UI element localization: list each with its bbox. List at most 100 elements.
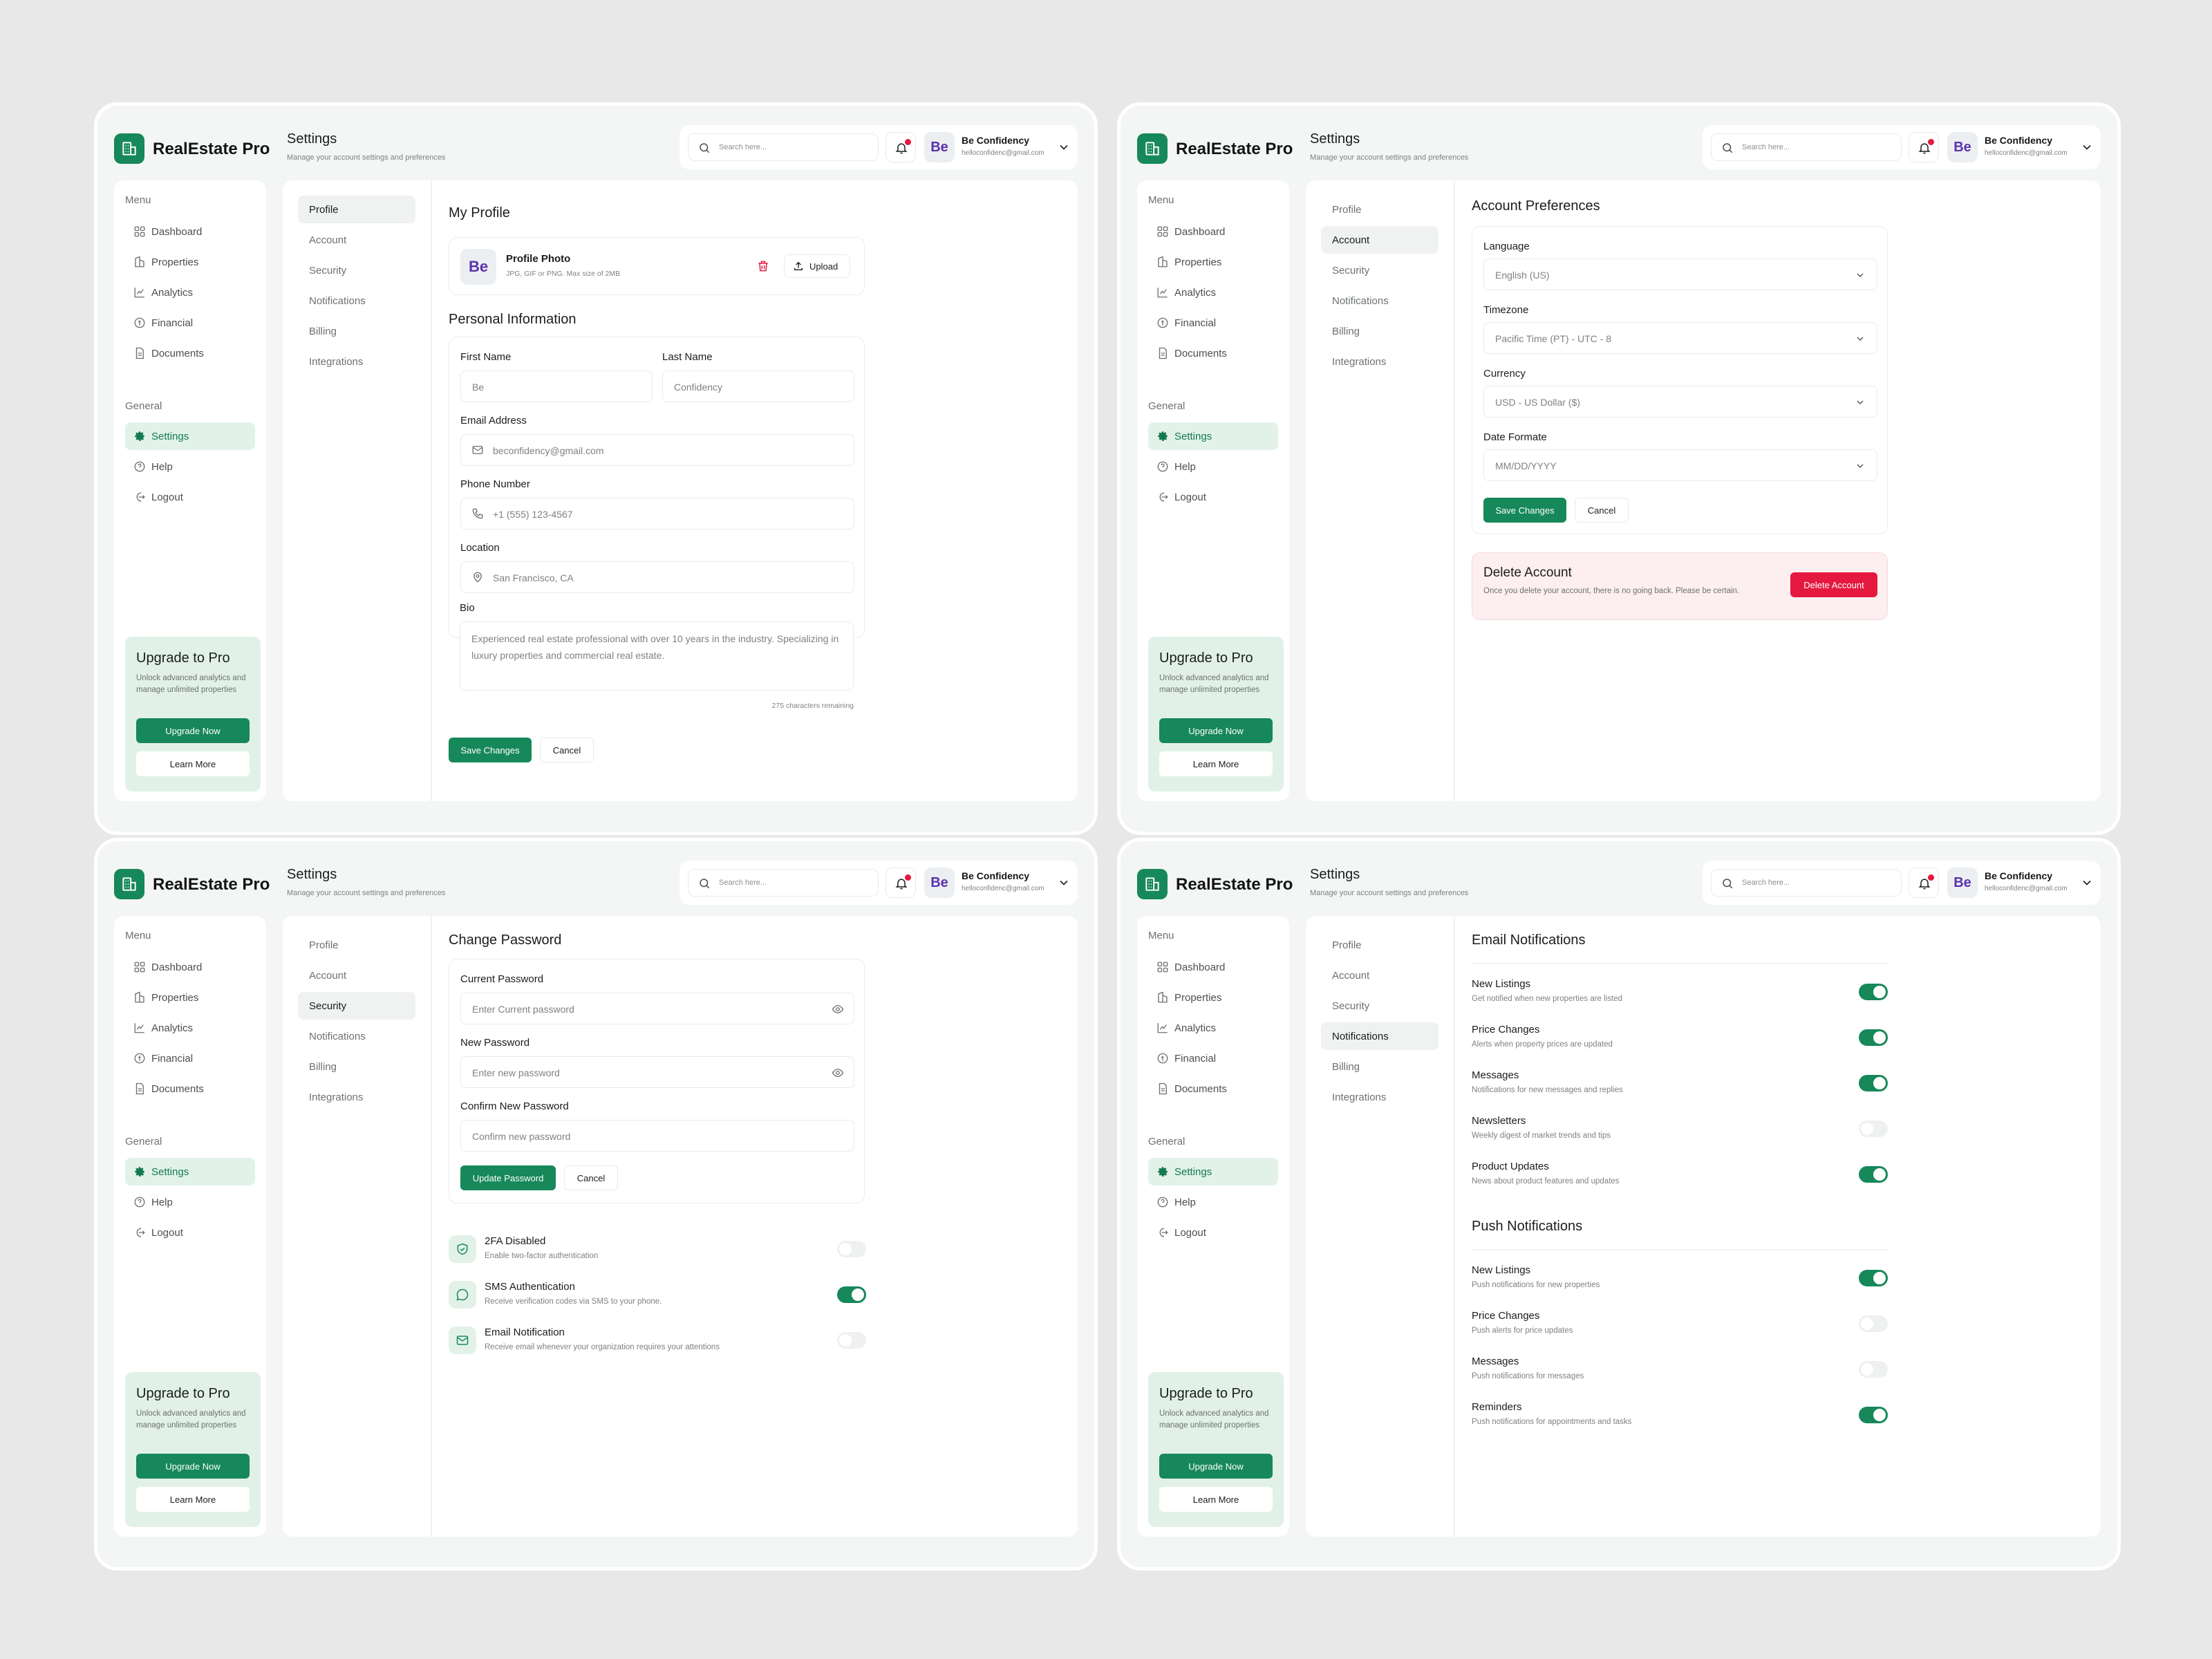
- notification-button[interactable]: [885, 868, 916, 898]
- save-changes-button[interactable]: Save Changes: [449, 738, 532, 762]
- push-reminders-toggle[interactable]: [1859, 1407, 1888, 1423]
- learn-more-button[interactable]: Learn More: [1159, 1487, 1273, 1512]
- sidebar-item-documents[interactable]: Documents: [1148, 339, 1278, 367]
- sidebar-item-analytics[interactable]: Analytics: [1148, 279, 1278, 306]
- tab-account[interactable]: Account: [298, 226, 415, 254]
- tab-security[interactable]: Security: [298, 992, 415, 1020]
- chevron-down-icon[interactable]: [2080, 140, 2094, 154]
- tab-integrations[interactable]: Integrations: [298, 348, 415, 375]
- learn-more-button[interactable]: Learn More: [136, 1487, 250, 1512]
- sidebar-item-logout[interactable]: Logout: [125, 483, 255, 511]
- upgrade-now-button[interactable]: Upgrade Now: [1159, 718, 1273, 743]
- email-newsletters-toggle[interactable]: [1859, 1121, 1888, 1137]
- sidebar-item-settings[interactable]: Settings: [125, 422, 255, 450]
- sidebar-item-financial[interactable]: Financial: [1148, 1044, 1278, 1072]
- chevron-down-icon[interactable]: [1057, 140, 1071, 154]
- sidebar-item-analytics[interactable]: Analytics: [125, 1014, 255, 1042]
- tab-profile[interactable]: Profile: [1321, 931, 1438, 959]
- chevron-down-icon[interactable]: [2080, 876, 2094, 890]
- eye-icon[interactable]: [832, 1003, 844, 1015]
- new-password-field[interactable]: Enter new password: [460, 1056, 854, 1088]
- last-name-field[interactable]: Confidency: [662, 371, 854, 402]
- sidebar-item-settings[interactable]: Settings: [1148, 1158, 1278, 1185]
- confirm-password-field[interactable]: Confirm new password: [460, 1120, 854, 1152]
- sidebar-item-financial[interactable]: Financial: [1148, 309, 1278, 337]
- sidebar-item-analytics[interactable]: Analytics: [125, 279, 255, 306]
- sidebar-item-dashboard[interactable]: Dashboard: [125, 953, 255, 981]
- tab-notifications[interactable]: Notifications: [298, 1022, 415, 1050]
- tab-account[interactable]: Account: [298, 962, 415, 989]
- sidebar-item-financial[interactable]: Financial: [125, 309, 255, 337]
- eye-icon[interactable]: [832, 1067, 844, 1079]
- tab-notifications[interactable]: Notifications: [1321, 1022, 1438, 1050]
- tab-account[interactable]: Account: [1321, 962, 1438, 989]
- push-new-listings-toggle[interactable]: [1859, 1270, 1888, 1286]
- notification-button[interactable]: [1909, 868, 1939, 898]
- email-price-changes-toggle[interactable]: [1859, 1029, 1888, 1046]
- tab-notifications[interactable]: Notifications: [298, 287, 415, 315]
- sidebar-item-settings[interactable]: Settings: [1148, 422, 1278, 450]
- learn-more-button[interactable]: Learn More: [1159, 751, 1273, 776]
- sidebar-item-properties[interactable]: Properties: [1148, 984, 1278, 1011]
- search-input[interactable]: Search here...: [1711, 133, 1902, 161]
- avatar[interactable]: Be: [924, 868, 955, 898]
- upgrade-now-button[interactable]: Upgrade Now: [136, 718, 250, 743]
- learn-more-button[interactable]: Learn More: [136, 751, 250, 776]
- update-password-button[interactable]: Update Password: [460, 1165, 556, 1190]
- email-notification-toggle[interactable]: [837, 1332, 866, 1349]
- avatar[interactable]: Be: [1947, 132, 1978, 162]
- tab-profile[interactable]: Profile: [1321, 196, 1438, 223]
- delete-account-button[interactable]: Delete Account: [1790, 572, 1877, 597]
- phone-field[interactable]: +1 (555) 123-4567: [460, 498, 854, 529]
- email-new-listings-toggle[interactable]: [1859, 984, 1888, 1000]
- upgrade-now-button[interactable]: Upgrade Now: [1159, 1454, 1273, 1479]
- tab-billing[interactable]: Billing: [1321, 317, 1438, 345]
- timezone-select[interactable]: Pacific Time (PT) - UTC - 8: [1483, 322, 1877, 354]
- tab-security[interactable]: Security: [1321, 256, 1438, 284]
- tab-billing[interactable]: Billing: [298, 317, 415, 345]
- sidebar-item-analytics[interactable]: Analytics: [1148, 1014, 1278, 1042]
- first-name-field[interactable]: Be: [460, 371, 653, 402]
- sidebar-item-dashboard[interactable]: Dashboard: [1148, 218, 1278, 245]
- language-select[interactable]: English (US): [1483, 259, 1877, 290]
- currency-select[interactable]: USD - US Dollar ($): [1483, 386, 1877, 418]
- push-messages-toggle[interactable]: [1859, 1361, 1888, 1378]
- cancel-button[interactable]: Cancel: [564, 1165, 618, 1190]
- tab-billing[interactable]: Billing: [298, 1053, 415, 1080]
- tab-integrations[interactable]: Integrations: [1321, 1083, 1438, 1111]
- sidebar-item-properties[interactable]: Properties: [125, 984, 255, 1011]
- date-format-select[interactable]: MM/DD/YYYY: [1483, 449, 1877, 481]
- sidebar-item-help[interactable]: Help: [125, 453, 255, 480]
- sidebar-item-properties[interactable]: Properties: [125, 248, 255, 276]
- sidebar-item-settings[interactable]: Settings: [125, 1158, 255, 1185]
- push-price-changes-toggle[interactable]: [1859, 1315, 1888, 1332]
- sidebar-item-logout[interactable]: Logout: [1148, 1219, 1278, 1246]
- sidebar-item-documents[interactable]: Documents: [125, 1075, 255, 1103]
- tab-notifications[interactable]: Notifications: [1321, 287, 1438, 315]
- sidebar-item-help[interactable]: Help: [1148, 1188, 1278, 1216]
- tab-account[interactable]: Account: [1321, 226, 1438, 254]
- sidebar-item-properties[interactable]: Properties: [1148, 248, 1278, 276]
- sms-toggle[interactable]: [837, 1286, 866, 1303]
- sidebar-item-help[interactable]: Help: [125, 1188, 255, 1216]
- search-input[interactable]: Search here...: [688, 869, 879, 897]
- cancel-button[interactable]: Cancel: [540, 738, 594, 762]
- current-password-field[interactable]: Enter Current password: [460, 993, 854, 1024]
- location-field[interactable]: San Francisco, CA: [460, 561, 854, 593]
- save-changes-button[interactable]: Save Changes: [1483, 498, 1566, 523]
- search-input[interactable]: Search here...: [688, 133, 879, 161]
- upload-button[interactable]: Upload: [784, 254, 850, 278]
- sidebar-item-documents[interactable]: Documents: [1148, 1075, 1278, 1103]
- tab-billing[interactable]: Billing: [1321, 1053, 1438, 1080]
- tab-profile[interactable]: Profile: [298, 931, 415, 959]
- avatar[interactable]: Be: [1947, 868, 1978, 898]
- email-messages-toggle[interactable]: [1859, 1075, 1888, 1091]
- search-input[interactable]: Search here...: [1711, 869, 1902, 897]
- email-field[interactable]: beconfidency@gmail.com: [460, 434, 854, 466]
- tab-profile[interactable]: Profile: [298, 196, 415, 223]
- upgrade-now-button[interactable]: Upgrade Now: [136, 1454, 250, 1479]
- cancel-button[interactable]: Cancel: [1575, 498, 1629, 523]
- sidebar-item-financial[interactable]: Financial: [125, 1044, 255, 1072]
- sidebar-item-logout[interactable]: Logout: [1148, 483, 1278, 511]
- tab-security[interactable]: Security: [298, 256, 415, 284]
